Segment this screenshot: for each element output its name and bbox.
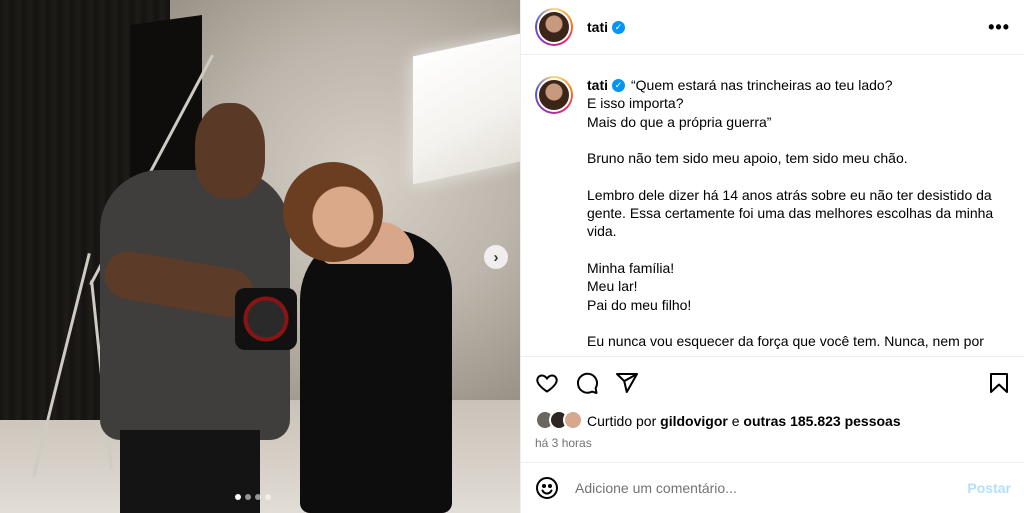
caption-avatar[interactable]: [535, 76, 573, 114]
carousel-dot: [265, 494, 271, 500]
comment-input[interactable]: [575, 480, 958, 496]
smiley-face-icon[interactable]: [535, 476, 559, 500]
heart-icon: [536, 373, 558, 393]
chevron-right-icon: ›: [493, 248, 499, 266]
man-head: [195, 103, 265, 198]
send-paper-plane-icon: [616, 372, 638, 393]
profile-photo: [537, 78, 571, 112]
likes-summary[interactable]: Curtido por gildovigor e outras 185.823 …: [535, 410, 901, 432]
post-timestamp[interactable]: há 3 horas: [535, 436, 592, 450]
caption-line: Pai do meu filho!: [587, 296, 692, 313]
comment-bar: Postar: [521, 462, 1024, 513]
likes-conjunction: e: [731, 413, 740, 429]
caption-line: gente. Essa certamente foi uma das melho…: [587, 205, 994, 222]
liker-username[interactable]: gildovigor: [660, 413, 728, 429]
header-username[interactable]: tati: [587, 19, 608, 35]
likes-text: Curtido por gildovigor e outras 185.823 …: [587, 413, 901, 429]
likes-prefix: Curtido por: [587, 413, 657, 429]
post-comment-button[interactable]: Postar: [967, 480, 1011, 496]
carousel-dot: [235, 494, 241, 500]
action-bar: [521, 356, 1024, 408]
share-button[interactable]: [615, 363, 655, 403]
softbox-light: [413, 33, 520, 185]
instagram-post: › tati ✓ ••• tati ✓ “Quem estará nas tri…: [0, 0, 1024, 513]
caption-line: Bruno não tem sido meu apoio, tem sido m…: [587, 150, 908, 167]
more-options-button[interactable]: •••: [988, 17, 1010, 38]
next-photo-button[interactable]: ›: [484, 245, 508, 269]
caption-row: tati ✓ “Quem estará nas trincheiras ao t…: [535, 76, 1011, 355]
bookmark-icon: [990, 372, 1008, 393]
caption-username[interactable]: tati: [587, 76, 608, 94]
post-side-panel: tati ✓ ••• tati ✓ “Quem estará nas trinc…: [520, 0, 1024, 513]
avatar[interactable]: [535, 8, 573, 46]
woman-figure: [300, 230, 452, 513]
caption-area[interactable]: tati ✓ “Quem estará nas trincheiras ao t…: [521, 56, 1024, 355]
caption-line: Eu nunca vou esquecer da força que você …: [587, 333, 984, 355]
comment-button[interactable]: [575, 363, 615, 403]
caption-text: tati ✓ “Quem estará nas trincheiras ao t…: [587, 76, 997, 355]
man-legs: [120, 430, 260, 513]
caption-head: tati ✓ “Quem estará nas trincheiras ao t…: [587, 76, 997, 94]
comment-bubble-icon: [577, 372, 598, 394]
caption-line: vida.: [587, 223, 617, 240]
verified-badge-icon: ✓: [612, 78, 625, 92]
caption-line: “Quem estará nas trincheiras ao teu lado…: [631, 77, 893, 93]
carousel-dots: [235, 494, 271, 500]
like-button[interactable]: [535, 363, 575, 403]
caption-line: Lembro dele dizer há 14 anos atrás sobre…: [587, 186, 992, 203]
caption-line: E isso importa?: [587, 95, 684, 112]
carousel-dot: [245, 494, 251, 500]
avatar: [563, 410, 583, 430]
caption-line: Mais do que a própria guerra”: [587, 113, 772, 130]
save-button[interactable]: [971, 363, 1011, 403]
liker-avatars: [535, 410, 587, 432]
woman-head: [283, 162, 383, 262]
carousel-dot: [255, 494, 261, 500]
profile-photo: [537, 10, 571, 44]
post-header: tati ✓ •••: [521, 0, 1024, 55]
verified-badge-icon: ✓: [612, 20, 625, 34]
likes-count[interactable]: outras 185.823 pessoas: [743, 413, 900, 429]
post-photo[interactable]: ›: [0, 0, 520, 513]
caption-line: Minha família!: [587, 259, 675, 276]
caption-line: Meu lar!: [587, 278, 638, 295]
camera: [235, 288, 297, 350]
